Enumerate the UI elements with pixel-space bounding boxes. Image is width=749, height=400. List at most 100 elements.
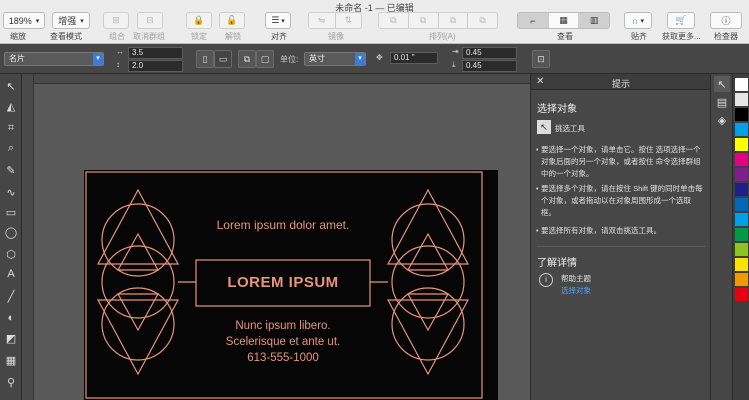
bullet-icon: • (536, 186, 539, 193)
back-one-button[interactable]: ⧉ (468, 13, 497, 28)
color-swatch[interactable] (735, 108, 748, 121)
landscape-button[interactable]: ▭ (214, 50, 232, 68)
chevron-down-icon: ▾ (281, 17, 285, 25)
forward-one-button[interactable]: ⧉ (439, 13, 469, 28)
shape-tool-icon[interactable]: ◭ (3, 98, 19, 114)
help-topic-label: 帮助主题 (561, 274, 591, 283)
dup-y-icon: ⤓ (452, 60, 456, 69)
color-swatch[interactable] (735, 123, 748, 136)
y-field[interactable]: 2.0 (128, 60, 183, 72)
all-pages-button[interactable]: ⧉ (238, 50, 256, 68)
view-mode-select[interactable]: 增强 ▾ (52, 12, 90, 29)
grid-icon: ▦ (559, 15, 568, 25)
hints-tab-icon[interactable]: ↖ (714, 76, 730, 92)
inspector-button[interactable]: ⓘ (710, 12, 742, 29)
color-swatch[interactable] (735, 78, 748, 91)
color-swatch[interactable] (735, 258, 748, 271)
width-icon: ↔ (116, 47, 124, 56)
to-front-icon: ⧉ (390, 15, 397, 25)
color-swatch[interactable] (735, 198, 748, 211)
unlock-icon: 🔓 (226, 15, 238, 25)
color-swatch[interactable] (735, 273, 748, 286)
align-button[interactable]: ☰ ▾ (265, 12, 291, 29)
color-swatch[interactable] (735, 138, 748, 151)
objects-tab-icon[interactable]: ◈ (714, 112, 730, 128)
to-back-icon: ⧉ (419, 15, 427, 25)
business-card[interactable]: Lorem ipsum dolor amet. LOREM IPSUM Nunc… (84, 170, 498, 400)
ungroup-label: 取消群组 (133, 32, 165, 41)
transparency-tool-icon[interactable]: ◩ (3, 330, 19, 346)
bullet-icon: • (536, 228, 539, 235)
chevron-down-icon: ▾ (35, 17, 40, 25)
arrange-label: 排列(A) (429, 32, 456, 41)
pick-tool-icon[interactable]: ↖ (3, 78, 19, 94)
color-swatch[interactable] (735, 168, 748, 181)
mirror-vertical-button[interactable]: ⇅ (336, 13, 362, 28)
hint-section-title: 选择对象 (537, 104, 577, 115)
color-swatch[interactable] (735, 183, 748, 196)
zoom-value: 189% (8, 15, 32, 26)
to-back-button[interactable]: ⧉ (409, 13, 439, 28)
color-swatch[interactable] (735, 288, 748, 301)
page-icon: ▢ (260, 53, 270, 64)
color-swatch[interactable] (735, 213, 748, 226)
rectangle-tool-icon[interactable]: ▭ (3, 204, 19, 220)
color-swatch[interactable] (735, 228, 748, 241)
ungroup-button[interactable]: ⊟ (137, 12, 163, 29)
color-swatch[interactable] (735, 93, 748, 106)
horizontal-ruler[interactable] (22, 74, 530, 84)
hint-tip-2: 要选择多个对象，请在按住 Shift 键的同时单击每个对象，或者拖动以在对象周围… (541, 184, 703, 217)
freehand-tool-icon[interactable]: ✎ (3, 162, 19, 178)
unlock-label: 解锁 (225, 32, 241, 41)
ellipse-tool-icon[interactable]: ◯ (3, 224, 19, 240)
get-more-button[interactable]: 🛒 (667, 12, 695, 29)
snap-button[interactable]: ∩ ▾ (624, 12, 652, 29)
docker-tabs-strip: ↖ ▤ ◈ (710, 74, 732, 400)
current-page-button[interactable]: ▢ (256, 50, 274, 68)
forward-one-icon: ⧉ (449, 15, 457, 25)
zoom-select[interactable]: 189% ▾ (3, 12, 45, 29)
color-swatch[interactable] (735, 153, 748, 166)
nudge-field[interactable]: 0.01 " (390, 52, 438, 64)
zoom-label: 缩放 (10, 32, 26, 41)
view-dockers-button[interactable]: ⌐ (518, 13, 549, 28)
cart-icon: 🛒 (675, 15, 687, 25)
get-more-label: 获取更多... (662, 32, 701, 41)
view-panel-button[interactable]: ▥ (579, 13, 610, 28)
line-tool-icon[interactable]: ╱ (3, 288, 19, 304)
chevron-down-icon: ▾ (355, 53, 365, 65)
to-front-button[interactable]: ⧉ (379, 13, 409, 28)
help-topic-link[interactable]: 选择对象 (561, 285, 591, 296)
polygon-tool-icon[interactable]: ⬡ (3, 246, 19, 262)
height-icon: ↕ (116, 60, 120, 69)
blend-tool-icon[interactable]: ◐ (3, 310, 19, 326)
bleed-button[interactable]: ⊡ (532, 50, 550, 68)
dup-y-field[interactable]: 0.45 (462, 60, 517, 72)
mirror-horizontal-icon: ⇋ (317, 15, 326, 25)
view-grid-button[interactable]: ▦ (549, 13, 580, 28)
object-type-select[interactable]: 名片 ▾ (4, 52, 104, 66)
crop-tool-icon[interactable]: ⌗ (3, 120, 19, 136)
mirror-horizontal-button[interactable]: ⇋ (309, 13, 336, 28)
vertical-ruler[interactable] (22, 74, 34, 400)
layout-icon: ⌐ (530, 15, 536, 26)
eyedropper-tool-icon[interactable]: ⚲ (3, 374, 19, 390)
unit-select[interactable]: 英寸 ▾ (304, 52, 366, 66)
color-swatch[interactable] (735, 243, 748, 256)
text-tool-icon[interactable]: A (3, 266, 19, 282)
properties-tab-icon[interactable]: ▤ (714, 94, 730, 110)
bezier-tool-icon[interactable]: ∿ (3, 184, 19, 200)
property-bar: 名片 ▾ ↔ 3.5 ↕ 2.0 ▯ ▭ ⧉ ▢ 单位: 英寸 ▾ ✥ 0.01… (0, 44, 749, 74)
portrait-button[interactable]: ▯ (196, 50, 214, 68)
chevron-down-icon: ▾ (93, 53, 103, 65)
x-field[interactable]: 3.5 (128, 47, 183, 59)
group-button[interactable]: ⊞ (103, 12, 129, 29)
dup-x-field[interactable]: 0.45 (462, 47, 517, 59)
unlock-button[interactable]: 🔓 (219, 12, 245, 29)
left-ornament (96, 188, 196, 376)
learn-more-title: 了解详情 (537, 258, 577, 269)
card-headline: Lorem ipsum dolor amet. (216, 218, 350, 232)
lock-button[interactable]: 🔒 (186, 12, 212, 29)
mesh-fill-tool-icon[interactable]: ▦ (3, 352, 19, 368)
zoom-tool-icon[interactable]: ⌕ (3, 140, 19, 156)
